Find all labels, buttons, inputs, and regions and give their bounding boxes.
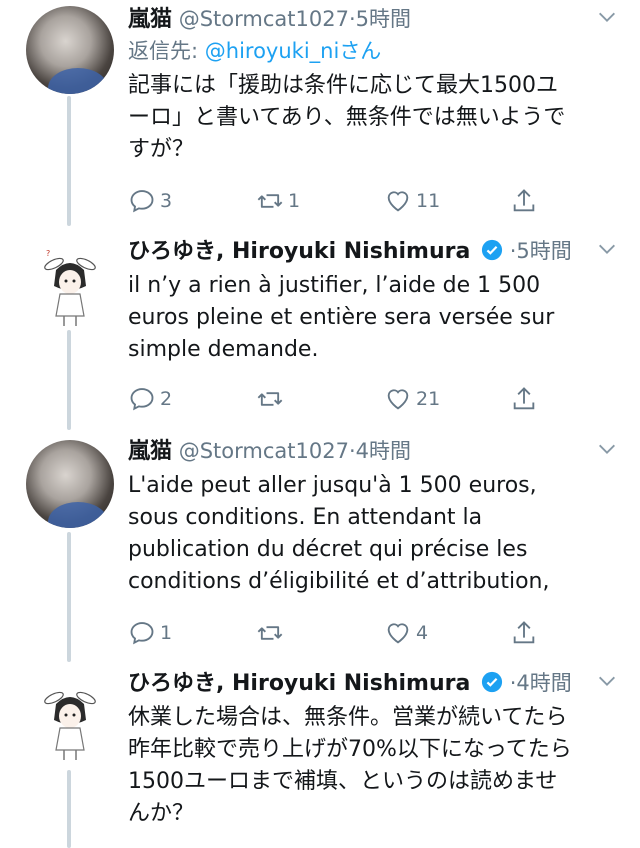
retweet-icon xyxy=(257,392,283,406)
timestamp[interactable]: 5時間 xyxy=(516,239,571,263)
thread-connector xyxy=(67,330,71,430)
avatar[interactable] xyxy=(26,676,114,764)
reply-prefix: 返信先: xyxy=(128,39,205,63)
action-bar: 2 21 xyxy=(128,382,548,416)
display-name[interactable]: ひろゆき, Hiroyuki Nishimura xyxy=(128,239,470,264)
heart-icon xyxy=(387,623,409,644)
character-avatar-icon xyxy=(44,691,96,760)
retweet-button[interactable] xyxy=(256,616,288,650)
share-icon xyxy=(513,387,535,410)
chevron-down-icon[interactable] xyxy=(596,670,618,692)
share-button[interactable] xyxy=(510,382,538,416)
retweet-button[interactable] xyxy=(256,382,288,416)
thread-connector xyxy=(67,96,71,226)
heart-icon xyxy=(387,191,409,212)
avatar[interactable]: ? xyxy=(26,242,114,330)
reply-count: 3 xyxy=(160,190,173,212)
display-name[interactable]: 嵐猫 xyxy=(128,7,172,32)
action-bar: 1 4 xyxy=(128,616,548,650)
share-button[interactable] xyxy=(510,184,538,218)
share-icon xyxy=(513,189,535,212)
reply-count: 1 xyxy=(160,622,173,644)
reply-button[interactable]: 1 xyxy=(128,616,172,650)
action-bar: 3 1 11 xyxy=(128,184,548,218)
share-icon xyxy=(513,621,535,644)
chevron-down-icon[interactable] xyxy=(596,238,618,260)
tweet-thread: 嵐猫 @Stormcat1027·5時間 返信先: @hiroyuki_niさん… xyxy=(0,0,640,848)
display-name[interactable]: ひろゆき, Hiroyuki Nishimura xyxy=(128,671,470,696)
tweet-text: 記事には「援助は条件に応じて最大1500ユ ーロ」と書いてあり、無条件では無いよ… xyxy=(128,73,566,162)
reply-suffix: さん xyxy=(339,39,382,63)
retweet-count: 1 xyxy=(288,190,301,212)
reply-button[interactable]: 2 xyxy=(128,382,172,416)
verified-badge-icon xyxy=(481,239,503,261)
timestamp[interactable]: 4時間 xyxy=(516,671,571,695)
thread-connector xyxy=(67,770,71,848)
like-button[interactable]: 4 xyxy=(384,616,428,650)
retweet-icon xyxy=(257,194,283,208)
reply-button[interactable]: 3 xyxy=(128,184,172,218)
handle[interactable]: @Stormcat1027 xyxy=(179,7,349,31)
display-name[interactable]: 嵐猫 xyxy=(128,439,172,464)
reply-icon xyxy=(130,388,154,411)
svg-text:?: ? xyxy=(46,249,50,258)
tweet-text: L'aide peut aller jusqu'à 1 500 euros, s… xyxy=(128,473,550,594)
chevron-down-icon[interactable] xyxy=(596,6,618,28)
avatar[interactable] xyxy=(26,6,114,94)
chevron-down-icon[interactable] xyxy=(596,438,618,460)
timestamp[interactable]: 5時間 xyxy=(356,7,411,31)
like-count: 21 xyxy=(416,388,441,410)
reply-count: 2 xyxy=(160,388,173,410)
reply-mention[interactable]: @hiroyuki_ni xyxy=(205,39,340,63)
separator-dot: · xyxy=(348,7,356,31)
separator-dot: · xyxy=(348,439,356,463)
reply-icon xyxy=(130,622,154,645)
tweet-text: il n’y a rien à justifier, l’aide de 1 5… xyxy=(128,273,555,362)
heart-icon xyxy=(387,389,409,410)
reply-context: 返信先: @hiroyuki_niさん xyxy=(128,36,622,66)
like-button[interactable]: 21 xyxy=(384,382,440,416)
character-avatar-icon: ? xyxy=(44,249,96,326)
retweet-icon xyxy=(257,626,283,640)
like-count: 4 xyxy=(416,622,429,644)
like-button[interactable]: 11 xyxy=(384,184,440,218)
handle[interactable]: @Stormcat1027 xyxy=(179,439,349,463)
like-count: 11 xyxy=(416,190,441,212)
tweet-text: 休業した場合は、無条件。営業が続いてたら 昨年比較で売り上げが70%以下になって… xyxy=(128,705,572,826)
avatar[interactable] xyxy=(26,440,114,528)
share-button[interactable] xyxy=(510,616,538,650)
reply-icon xyxy=(130,190,154,213)
retweet-button[interactable]: 1 xyxy=(256,184,300,218)
verified-badge-icon xyxy=(481,671,503,693)
thread-connector xyxy=(67,532,71,662)
timestamp[interactable]: 4時間 xyxy=(356,439,411,463)
